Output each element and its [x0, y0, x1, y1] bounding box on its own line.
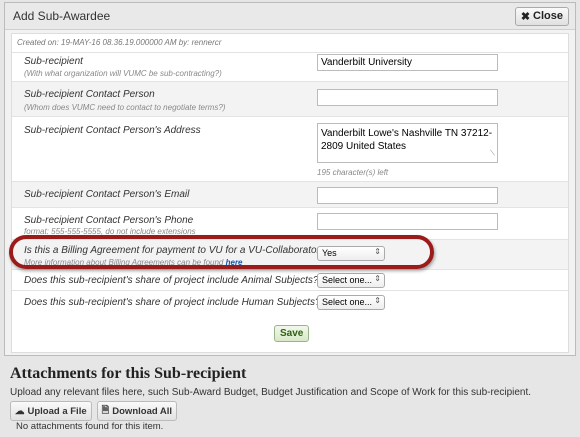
row-human-subjects: Does this sub-recipient's share of proje…	[12, 291, 568, 314]
upload-file-button[interactable]: ☁ Upload a File	[10, 401, 92, 421]
contact-person-input[interactable]	[317, 89, 498, 106]
contact-address-textarea[interactable]: Vanderbilt Lowe's Nashville TN 37212-280…	[317, 123, 498, 163]
human-subjects-select[interactable]: Select one... ⇕	[317, 295, 385, 310]
contact-address-value: Vanderbilt Lowe's Nashville TN 37212-280…	[321, 128, 493, 152]
close-icon: ✖	[520, 10, 531, 23]
row-contact-person: Sub-recipient Contact Person (Whom does …	[12, 82, 568, 117]
download-label: Download All	[112, 405, 173, 417]
dialog-titlebar: Add Sub-Awardee ✖ Close	[5, 3, 575, 30]
contact-email-label: Sub-recipient Contact Person's Email	[24, 189, 190, 200]
upload-label: Upload a File	[27, 405, 87, 417]
subawardee-form: Created on: 19-MAY-16 08.36.19.000000 AM…	[11, 33, 569, 353]
contact-email-input[interactable]	[317, 187, 498, 204]
row-animal-subjects: Does this sub-recipient's share of proje…	[12, 270, 568, 291]
character-counter: 195 character(s) left	[317, 168, 389, 177]
animal-subjects-label: Does this sub-recipient's share of proje…	[24, 275, 319, 286]
contact-phone-input[interactable]	[317, 213, 498, 230]
close-button[interactable]: ✖ Close	[514, 6, 569, 26]
human-subjects-value: Select one...	[322, 297, 373, 307]
upload-icon: ☁	[15, 405, 25, 417]
select-arrow-icon: ⇕	[374, 296, 381, 305]
attachments-title: Attachments for this Sub-recipient	[10, 365, 247, 382]
contact-person-label: Sub-recipient Contact Person	[24, 89, 155, 100]
attachments-description: Upload any relevant files here, such Sub…	[10, 387, 532, 398]
contact-address-label: Sub-recipient Contact Person's Address	[24, 125, 201, 136]
select-arrow-icon: ⇕	[374, 274, 381, 283]
add-subawardee-dialog: Add Sub-Awardee ✖ Close Created on: 19-M…	[4, 2, 576, 356]
subrecipient-hint: (With what organization will VUMC be sub…	[24, 69, 222, 78]
row-contact-email: Sub-recipient Contact Person's Email	[12, 182, 568, 208]
contact-phone-label: Sub-recipient Contact Person's Phone	[24, 215, 194, 226]
dialog-title: Add Sub-Awardee	[13, 9, 111, 23]
human-subjects-label: Does this sub-recipient's share of proje…	[24, 297, 321, 308]
animal-subjects-value: Select one...	[322, 275, 373, 285]
contact-person-hint: (Whom does VUMC need to contact to negot…	[24, 103, 226, 112]
subrecipient-input[interactable]: Vanderbilt University	[317, 54, 498, 71]
billing-agreement-highlight	[9, 235, 434, 269]
save-button[interactable]: Save	[274, 325, 310, 342]
attachments-toolbar: ☁ Upload a File 🗎 Download All	[10, 401, 178, 421]
animal-subjects-select[interactable]: Select one... ⇕	[317, 273, 385, 288]
row-contact-address: Sub-recipient Contact Person's Address V…	[12, 117, 568, 182]
subrecipient-label: Sub-recipient	[24, 56, 83, 67]
no-attachments-text: No attachments found for this item.	[16, 421, 164, 432]
download-all-button[interactable]: 🗎 Download All	[96, 401, 178, 421]
close-label: Close	[533, 10, 563, 22]
row-subrecipient: Sub-recipient (With what organization wi…	[12, 49, 568, 82]
download-icon: 🗎	[101, 405, 110, 416]
